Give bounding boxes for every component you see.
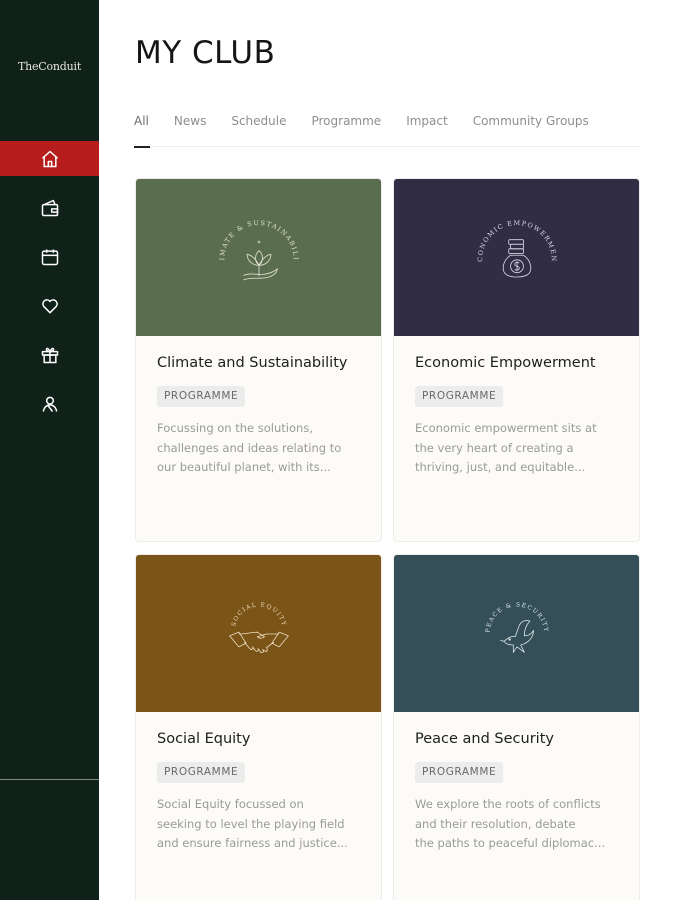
card-description-line: We explore the roots of conflicts [415, 797, 601, 811]
tab-news[interactable]: News [174, 114, 206, 147]
tab-bar: All News Schedule Programme Impact Commu… [134, 114, 640, 148]
card-description-line: the very heart of creating a [415, 440, 574, 455]
card-description-line: Social Equity focussed on [157, 797, 304, 811]
tab-impact[interactable]: Impact [406, 114, 448, 147]
card-description-line: and ensure fairness and justice... [157, 836, 348, 850]
nav-item-home[interactable] [0, 141, 99, 176]
card-description-line: thriving, just, and equitable... [415, 460, 586, 474]
card-image-label: PEACE & SECURITY [484, 601, 548, 633]
dove-icon: PEACE & SECURITY [484, 601, 549, 653]
wallet-icon [41, 199, 58, 216]
svg-text:SOCIAL EQUITY: SOCIAL EQUITY [230, 601, 287, 627]
main-content: MY CLUB All News Schedule Programme Impa… [99, 0, 675, 900]
card-title: Social Equity [157, 731, 251, 747]
card-image: SOCIAL EQUITY [136, 555, 381, 712]
sidebar-nav [0, 141, 99, 435]
card-description-line: Economic empowerment sits at [415, 421, 597, 435]
people-icon [42, 396, 57, 412]
card-badge: PROGRAMME [157, 762, 246, 783]
card-description-line: challenges and ideas relating to [157, 440, 342, 455]
card-title: Climate and Sustainability [157, 355, 348, 371]
card-image: ECONOMIC EMPOWERMENT [394, 179, 639, 336]
card-image-label: SOCIAL EQUITY [230, 601, 286, 627]
tab-community-groups[interactable]: Community Groups [473, 114, 589, 147]
lotus-hand-icon: CLIMATE & SUSTAINABILITY [204, 203, 300, 280]
page-title: MY CLUB [135, 35, 276, 71]
card-description-line: and their resolution, debate [415, 816, 576, 831]
calendar-icon [41, 249, 58, 265]
card-title: Economic Empowerment [415, 355, 596, 371]
gift-icon [41, 347, 58, 363]
card-badge: PROGRAMME [157, 386, 246, 407]
svg-text:CLIMATE & SUSTAINABILITY: CLIMATE & SUSTAINABILITY [204, 203, 300, 261]
card-image: CLIMATE & SUSTAINABILITY [136, 179, 381, 336]
card-badge: PROGRAMME [415, 386, 504, 407]
nav-item-wallet[interactable] [0, 190, 99, 225]
sidebar: TheConduit [0, 0, 99, 900]
home-icon [41, 150, 58, 167]
programme-card-social-equity[interactable]: SOCIAL EQUITY Social Equity PROGRAMME So… [135, 554, 382, 900]
programme-card-economic[interactable]: ECONOMIC EMPOWERMENT Economic Empowermen… [393, 178, 640, 542]
card-description-line: Focussing on the solutions, [157, 421, 313, 435]
card-description-line: our beautiful planet, with its... [157, 460, 331, 474]
nav-item-calendar[interactable] [0, 239, 99, 274]
card-image: PEACE & SECURITY [394, 555, 639, 712]
tab-schedule[interactable]: Schedule [231, 114, 286, 147]
handshake-icon: SOCIAL EQUITY [228, 601, 289, 653]
sidebar-divider [0, 779, 99, 780]
programme-card-climate[interactable]: CLIMATE & SUSTAINABILITY Climate and Sus… [135, 178, 382, 542]
card-image-label: CLIMATE & SUSTAINABILITY [204, 203, 298, 261]
nav-item-members[interactable] [0, 386, 99, 421]
nav-item-favourites[interactable] [0, 288, 99, 323]
card-description-line: the paths to peaceful diplomac... [415, 836, 606, 850]
heart-icon [41, 298, 58, 313]
card-description: Economic empowerment sits at the very he… [415, 419, 625, 478]
app-logo: TheConduit [17, 60, 82, 73]
card-description: We explore the roots of conflicts and th… [415, 795, 625, 854]
programme-card-peace-security[interactable]: PEACE & SECURITY Peace and Security PROG… [393, 554, 640, 900]
card-description: Social Equity focussed on seeking to lev… [157, 795, 367, 854]
money-bag-icon: ECONOMIC EMPOWERMENT [462, 203, 556, 277]
svg-text:PEACE & SECURITY: PEACE & SECURITY [484, 601, 549, 633]
nav-item-gifts[interactable] [0, 337, 99, 372]
card-badge: PROGRAMME [415, 762, 504, 783]
card-description: Focussing on the solutions, challenges a… [157, 419, 367, 478]
card-description-line: seeking to level the playing field [157, 816, 345, 831]
tab-all[interactable]: All [134, 114, 150, 148]
tab-programme[interactable]: Programme [311, 114, 381, 147]
card-title: Peace and Security [415, 731, 554, 747]
